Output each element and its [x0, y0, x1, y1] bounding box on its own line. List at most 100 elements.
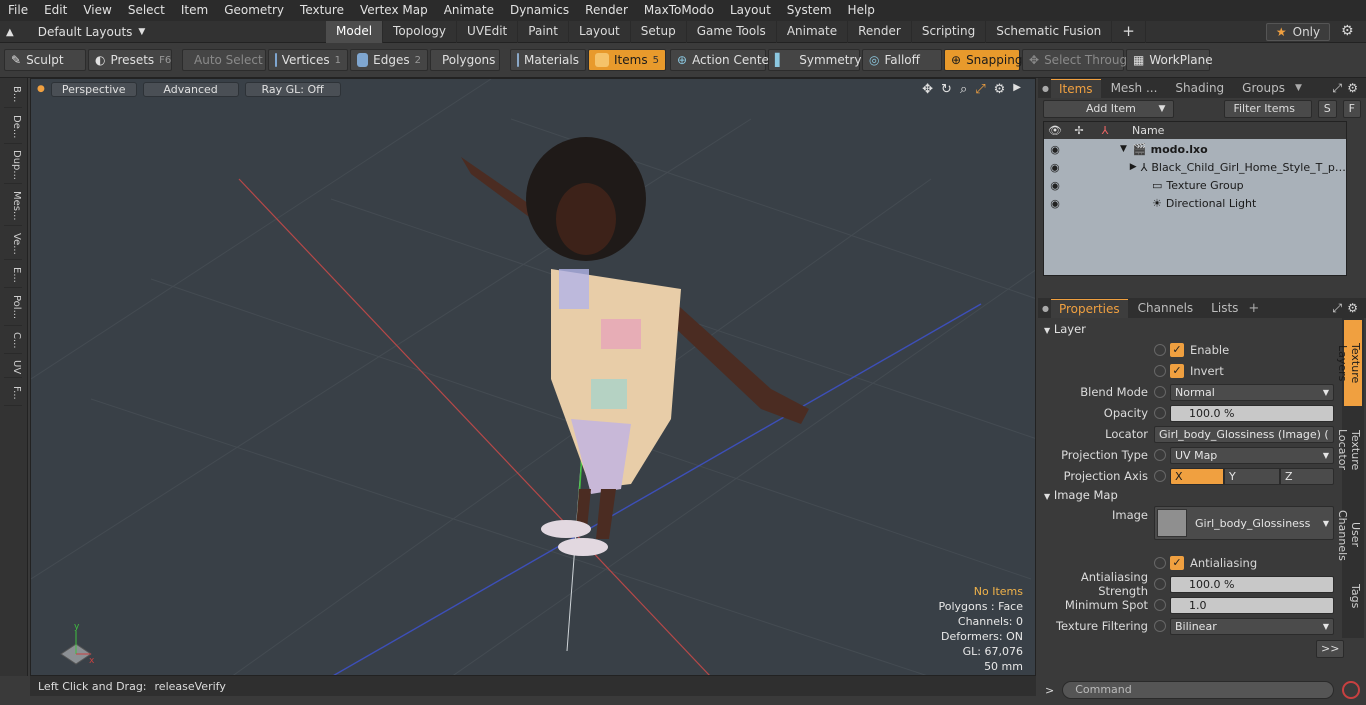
falloff-button[interactable]: ◎ Falloff: [862, 49, 942, 71]
item-row[interactable]: ◉ ▼ 🎬 modo.lxo: [1044, 140, 1346, 158]
invert-checkbox[interactable]: ✓: [1170, 364, 1184, 378]
menu-help[interactable]: Help: [840, 0, 883, 21]
layouts-dropdown[interactable]: ▲ Default Layouts ▼: [6, 21, 145, 43]
viewport-expand-icon[interactable]: ▶: [1013, 82, 1021, 97]
menu-maxtomodo[interactable]: MaxToModo: [636, 0, 722, 21]
locator-select[interactable]: Girl_body_Glossiness (Image) ( ...▼: [1154, 425, 1334, 443]
axis-y-button[interactable]: Y: [1224, 467, 1280, 485]
tab-properties[interactable]: Properties: [1050, 298, 1128, 318]
command-input[interactable]: Command: [1062, 681, 1335, 699]
s-button[interactable]: S: [1317, 100, 1337, 118]
antialiasing-checkbox[interactable]: ✓: [1170, 556, 1184, 570]
item-row[interactable]: ◉ ☀ Directional Light: [1044, 194, 1346, 212]
sculpt-button[interactable]: ✎ Sculpt: [4, 49, 86, 71]
add-tab-icon[interactable]: +: [1248, 301, 1259, 316]
invert-radio[interactable]: [1154, 365, 1166, 377]
left-tab-pol[interactable]: Pol...: [4, 290, 22, 326]
projection-axis-radio[interactable]: [1154, 470, 1166, 482]
menu-render[interactable]: Render: [577, 0, 636, 21]
tab-render[interactable]: Render: [848, 21, 912, 43]
left-tab-de[interactable]: De...: [4, 110, 22, 144]
tab-scripting[interactable]: Scripting: [912, 21, 987, 43]
tab-channels[interactable]: Channels: [1130, 299, 1202, 317]
side-tab-texture-layers[interactable]: Texture Layers: [1336, 320, 1362, 406]
eye-icon[interactable]: ◉: [1044, 179, 1066, 192]
viewport-menu-dot-icon[interactable]: ●: [37, 84, 45, 94]
tab-items[interactable]: Items: [1050, 78, 1101, 98]
antialiasing-radio[interactable]: [1154, 557, 1166, 569]
item-row[interactable]: ◉ ▶ ⅄ Black_Child_Girl_Home_Style_T_p ..…: [1044, 158, 1346, 176]
only-toggle[interactable]: ★ Only: [1266, 23, 1330, 41]
left-tab-f[interactable]: F...: [4, 380, 22, 406]
name-column-header[interactable]: Name: [1132, 124, 1164, 137]
tab-paint[interactable]: Paint: [518, 21, 569, 43]
perspective-button[interactable]: Perspective: [50, 81, 137, 97]
move-view-icon[interactable]: ✥: [922, 82, 933, 97]
left-tab-uv[interactable]: UV: [4, 356, 22, 378]
eye-icon[interactable]: ◉: [1044, 197, 1066, 210]
menu-view[interactable]: View: [75, 0, 119, 21]
enable-radio[interactable]: [1154, 344, 1166, 356]
layer-section-header[interactable]: ▼ Layer: [1044, 322, 1086, 336]
tab-lists[interactable]: Lists: [1203, 299, 1246, 317]
panel-gear-icon[interactable]: ⚙: [1347, 301, 1358, 315]
filter-items-input[interactable]: Filter Items: [1224, 100, 1312, 118]
projection-type-radio[interactable]: [1154, 449, 1166, 461]
texture-filtering-select[interactable]: Bilinear ▼: [1170, 617, 1334, 635]
expand-arrow-icon[interactable]: ▶: [1130, 162, 1137, 172]
left-tab-e[interactable]: E...: [4, 262, 22, 288]
tab-mesh[interactable]: Mesh ...: [1103, 79, 1166, 97]
tab-topology[interactable]: Topology: [383, 21, 458, 43]
menu-vertex-map[interactable]: Vertex Map: [352, 0, 436, 21]
blend-mode-select[interactable]: Normal ▼: [1170, 383, 1334, 401]
add-item-dropdown[interactable]: Add Item ▼: [1043, 100, 1175, 118]
3d-viewport[interactable]: y x ● Perspective Advanced Ray GL: Off ✥…: [30, 78, 1036, 676]
side-tab-user-channels[interactable]: User Channels: [1336, 494, 1362, 576]
left-tab-c[interactable]: C...: [4, 328, 22, 354]
polygons-button[interactable]: Polygons: [430, 49, 500, 71]
tab-game-tools[interactable]: Game Tools: [687, 21, 777, 43]
menu-select[interactable]: Select: [120, 0, 173, 21]
image-select[interactable]: Girl_body_Glossiness ▼: [1154, 506, 1334, 540]
eye-icon[interactable]: ◉: [1044, 161, 1066, 174]
record-icon[interactable]: [1342, 681, 1361, 699]
opacity-slider[interactable]: 100.0 %: [1170, 404, 1334, 422]
aa-strength-radio[interactable]: [1154, 578, 1166, 590]
zoom-view-icon[interactable]: ⌕: [960, 82, 967, 97]
menu-dynamics[interactable]: Dynamics: [502, 0, 577, 21]
fit-view-icon[interactable]: ⤢: [975, 82, 985, 97]
auto-select-button[interactable]: Auto Select: [182, 49, 266, 71]
menu-geometry[interactable]: Geometry: [216, 0, 292, 21]
vertices-button[interactable]: Vertices 1: [268, 49, 348, 71]
snapping-button[interactable]: ⊕ Snapping: [944, 49, 1022, 71]
menu-texture[interactable]: Texture: [292, 0, 352, 21]
menu-item[interactable]: Item: [173, 0, 216, 21]
panel-gear-icon[interactable]: ⚙: [1347, 81, 1358, 95]
image-map-section-header[interactable]: ▼ Image Map: [1044, 488, 1118, 502]
left-tab-dup[interactable]: Dup...: [4, 146, 22, 184]
opacity-radio[interactable]: [1154, 407, 1166, 419]
eye-icon[interactable]: ◉: [1044, 143, 1066, 156]
tab-shading[interactable]: Shading: [1167, 79, 1232, 97]
advanced-button[interactable]: Advanced: [142, 81, 239, 97]
min-spot-radio[interactable]: [1154, 599, 1166, 611]
raygl-button[interactable]: Ray GL: Off: [244, 81, 341, 97]
menu-edit[interactable]: Edit: [36, 0, 75, 21]
tab-animate[interactable]: Animate: [777, 21, 849, 43]
tab-groups[interactable]: Groups: [1234, 79, 1293, 97]
workplane-button[interactable]: ▦ WorkPlane: [1126, 49, 1213, 71]
panel-menu-icon[interactable]: ●: [1042, 304, 1049, 313]
viewport-settings-icon[interactable]: ⚙: [994, 82, 1006, 97]
axis-x-button[interactable]: X: [1170, 467, 1224, 485]
aa-strength-slider[interactable]: 100.0 %: [1170, 575, 1334, 593]
axis-z-button[interactable]: Z: [1280, 467, 1334, 485]
enable-checkbox[interactable]: ✓: [1170, 343, 1184, 357]
select-through-button[interactable]: ✥ Select Through: [1022, 49, 1135, 71]
action-center-button[interactable]: ⊕ Action Center: [670, 49, 774, 71]
panel-menu-icon[interactable]: ●: [1042, 84, 1049, 93]
rotate-view-icon[interactable]: ↻: [941, 82, 952, 97]
expand-panel-icon[interactable]: ⤢: [1332, 301, 1342, 316]
symmetry-button[interactable]: ▌ Symmetry: [768, 49, 861, 71]
collapse-arrow-icon[interactable]: ▼: [1120, 144, 1127, 154]
item-row[interactable]: ◉ ▭ Texture Group: [1044, 176, 1346, 194]
